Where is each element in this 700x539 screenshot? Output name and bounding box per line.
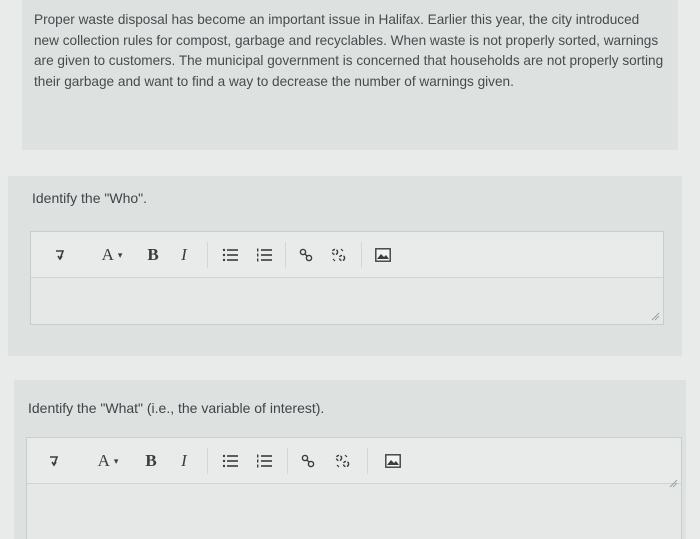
paragraph-icon xyxy=(56,250,65,261)
paragraph-format-button[interactable] xyxy=(53,244,67,266)
numbered-list-button[interactable] xyxy=(255,244,273,266)
toolbar-divider xyxy=(285,242,286,268)
scenario-panel: Proper waste disposal has become an impo… xyxy=(22,0,678,150)
italic-button[interactable]: I xyxy=(177,450,191,472)
question-label: Identify the "Who". xyxy=(32,190,147,206)
image-icon xyxy=(385,454,401,468)
paragraph-format-button[interactable] xyxy=(47,450,61,472)
question-label: Identify the "What" (i.e., the variable … xyxy=(28,400,325,416)
link-icon xyxy=(299,248,313,262)
numbered-list-icon xyxy=(257,454,272,468)
numbered-list-icon xyxy=(257,248,272,262)
question-who: Identify the "Who". A ▾ B I xyxy=(8,176,682,356)
editor-toolbar: A ▾ B I xyxy=(31,232,663,278)
rich-text-editor: A ▾ B I xyxy=(30,231,664,325)
font-color-button[interactable]: A ▾ xyxy=(93,244,131,266)
link-button[interactable] xyxy=(297,244,315,266)
bold-button[interactable]: B xyxy=(145,244,161,266)
bullet-list-button[interactable] xyxy=(221,244,239,266)
resize-handle-icon[interactable] xyxy=(668,478,678,488)
font-color-icon: A xyxy=(101,245,114,264)
chevron-down-icon: ▾ xyxy=(113,455,119,466)
chevron-down-icon: ▾ xyxy=(117,249,123,260)
answer-textarea[interactable] xyxy=(31,278,663,324)
bullet-list-icon xyxy=(222,454,238,468)
unlink-icon xyxy=(335,454,350,468)
paragraph-icon xyxy=(50,456,59,467)
font-color-button[interactable]: A ▾ xyxy=(89,450,127,472)
rich-text-editor: A ▾ B I xyxy=(26,437,682,539)
font-color-icon: A xyxy=(97,451,110,470)
insert-image-button[interactable] xyxy=(383,450,403,472)
unlink-button[interactable] xyxy=(329,244,349,266)
insert-image-button[interactable] xyxy=(373,244,393,266)
bold-button[interactable]: B xyxy=(143,450,159,472)
link-button[interactable] xyxy=(299,450,317,472)
unlink-button[interactable] xyxy=(333,450,353,472)
scenario-text: Proper waste disposal has become an impo… xyxy=(34,12,664,89)
toolbar-divider xyxy=(361,242,362,268)
editor-toolbar: A ▾ B I xyxy=(27,438,681,484)
unlink-icon xyxy=(331,248,346,262)
bullet-list-icon xyxy=(222,248,238,262)
toolbar-divider xyxy=(287,448,288,474)
resize-handle-icon[interactable] xyxy=(650,311,660,321)
toolbar-divider xyxy=(367,448,368,474)
answer-textarea[interactable] xyxy=(27,479,681,539)
link-icon xyxy=(301,454,315,468)
toolbar-divider xyxy=(207,242,208,268)
bullet-list-button[interactable] xyxy=(221,450,239,472)
italic-button[interactable]: I xyxy=(177,244,191,266)
toolbar-divider xyxy=(207,448,208,474)
numbered-list-button[interactable] xyxy=(255,450,273,472)
question-what: Identify the "What" (i.e., the variable … xyxy=(14,380,686,539)
image-icon xyxy=(375,248,391,262)
